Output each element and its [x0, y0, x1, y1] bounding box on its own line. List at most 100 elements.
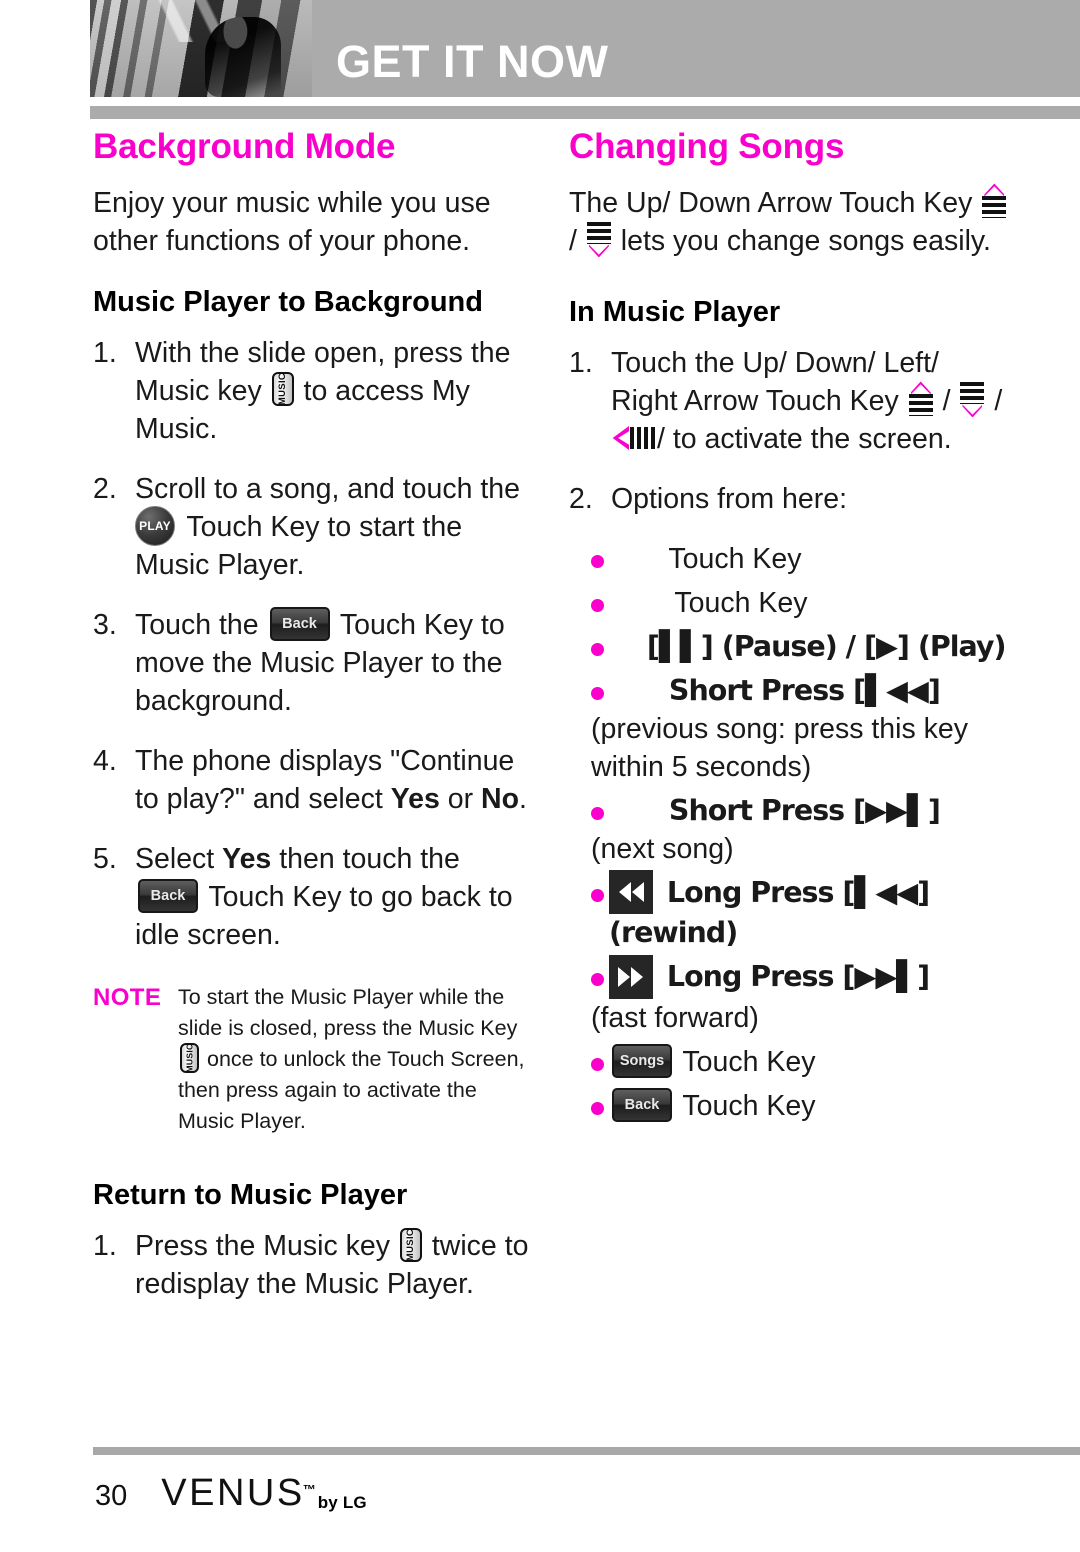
intro-slash: /: [569, 225, 577, 257]
step-text-cont: .: [519, 783, 527, 816]
bullet-icon: [591, 555, 604, 568]
step-text: Select: [135, 843, 215, 876]
list-item: Long Press [▌◀◀] (rewind): [569, 870, 1009, 952]
footer-divider: [93, 1447, 1080, 1455]
bullet-icon: [591, 973, 604, 987]
note-text-part1: To start the Music Player while the slid…: [178, 985, 518, 1041]
list-item: Back Touch Key: [569, 1087, 1009, 1125]
option-label: Touch Key: [668, 543, 802, 575]
step-number: 1.: [93, 1230, 117, 1263]
option-label: [▌▌] (Pause) / [▶] (Play): [646, 630, 1007, 663]
list-item: Long Press [▶▶▌] (fast forward): [569, 954, 1009, 1036]
option-label: Long Press [▌◀◀] (rewind): [609, 876, 930, 950]
left-column: Background Mode Enjoy your music while y…: [93, 126, 533, 1325]
list-item: 1. Press the Music key MUSIC twice to re…: [93, 1227, 533, 1303]
step-text: Scroll to a song, and touch the: [135, 473, 521, 505]
step-number: 4.: [93, 745, 117, 778]
steps-list-return-to-music-player: 1. Press the Music key MUSIC twice to re…: [93, 1227, 533, 1303]
bullet-icon: [591, 1101, 604, 1115]
steps-list-in-music-player: 1. Touch the Up/ Down/ Left/ Right Arrow…: [569, 344, 1009, 518]
intro-paragraph: The Up/ Down Arrow Touch Key / lets you …: [569, 183, 1009, 260]
step-text-mid: then touch the: [279, 843, 460, 876]
note-text: To start the Music Player while the slid…: [178, 982, 533, 1137]
option-subtext: (fast forward): [591, 1001, 759, 1034]
fast-forward-button-icon: [609, 954, 653, 999]
list-item: 1. With the slide open, press the Music …: [93, 334, 533, 448]
arrow-left-touch-key-icon: [612, 425, 656, 451]
option-label: Touch Key: [682, 1045, 816, 1078]
note-text-part2: once to unlock the Touch Screen, then pr…: [178, 1047, 525, 1134]
songs-touch-key-icon: Songs: [612, 1043, 672, 1078]
step-emphasis-no: No: [481, 783, 520, 816]
bullet-icon: [591, 687, 604, 700]
bullet-icon: [591, 889, 604, 902]
back-touch-key-icon: Back: [269, 607, 330, 642]
step-number: 5.: [93, 843, 117, 876]
list-item: Touch Key: [569, 584, 1009, 622]
option-subtext: (next song): [591, 833, 734, 865]
list-item: 2. Scroll to a song, and touch the PLAY …: [93, 470, 533, 584]
manual-page: GET IT NOW Background Mode Enjoy your mu…: [0, 0, 1080, 1552]
arrow-up-touch-key-icon: [908, 381, 934, 417]
note-block: NOTE To start the Music Player while the…: [93, 982, 533, 1137]
step-text: Press the Music key: [135, 1230, 390, 1263]
step-emphasis-yes: Yes: [222, 843, 272, 876]
intro-text-part2: lets you change songs easily.: [620, 225, 991, 257]
note-label: NOTE: [93, 984, 162, 1012]
option-subtext: (previous song: press this key within 5 …: [591, 713, 968, 783]
step-emphasis-yes: Yes: [390, 783, 440, 816]
step-text: Options from here:: [611, 483, 848, 515]
music-key-icon: MUSIC: [399, 1227, 422, 1262]
logo-by-lg: by LG: [317, 1493, 367, 1512]
logo-wordmark: VENUS: [161, 1472, 305, 1514]
play-touch-key-icon: PLAY: [135, 506, 175, 547]
back-touch-key-icon: Back: [138, 879, 198, 914]
page-title: GET IT NOW: [336, 36, 609, 87]
options-list: Touch Key Touch Key [▌▌] (Pause) / [▶] (…: [569, 540, 1009, 1125]
footer: 30 VENUS ™ by LG: [95, 1472, 367, 1515]
intro-paragraph: Enjoy your music while you use other fun…: [93, 187, 491, 257]
page-number: 30: [95, 1480, 128, 1512]
step-text: Touch the: [135, 609, 259, 642]
arrow-down-touch-key-icon: [586, 221, 612, 258]
section-title-background-mode: Background Mode: [93, 127, 396, 166]
subheading-return-to-music-player: Return to Music Player: [93, 1179, 408, 1212]
step-text-cont: Touch Key to start the Music Player.: [135, 511, 463, 582]
step-number: 3.: [93, 609, 117, 642]
step-text-cont: to activate the screen.: [672, 423, 952, 455]
right-column: Changing Songs The Up/ Down Arrow Touch …: [569, 126, 1009, 1131]
arrow-down-touch-key-icon: [959, 381, 985, 418]
option-label: Short Press [▌◀◀]: [668, 674, 941, 707]
section-title-changing-songs: Changing Songs: [569, 127, 845, 166]
photo-figure-detail: [205, 17, 281, 97]
step-number: 1.: [569, 347, 593, 379]
subheading-music-player-to-background: Music Player to Background: [93, 286, 483, 318]
bullet-icon: [591, 599, 604, 612]
list-item: Touch Key: [569, 540, 1009, 578]
step-text-mid: or: [447, 783, 474, 816]
list-item: Short Press [▌◀◀] (previous song: press …: [569, 672, 1009, 786]
list-item: Short Press [▶▶▌] (next song): [569, 792, 1009, 868]
option-label: Short Press [▶▶▌]: [668, 794, 941, 827]
music-key-icon: MUSIC: [180, 1042, 199, 1073]
subheading-in-music-player: In Music Player: [569, 296, 781, 328]
list-item: 4. The phone displays "Continue to play?…: [93, 742, 533, 818]
rewind-button-icon: [609, 870, 653, 915]
list-item: [▌▌] (Pause) / [▶] (Play): [569, 628, 1009, 666]
option-label: Touch Key: [682, 1089, 816, 1122]
list-item: 5. Select Yes then touch the Back Touch …: [93, 840, 533, 954]
header-photo: [90, 0, 312, 97]
step-number: 2.: [569, 483, 593, 515]
step-number: 1.: [93, 337, 117, 369]
steps-list-music-player-to-background: 1. With the slide open, press the Music …: [93, 334, 533, 954]
list-item: 1. Touch the Up/ Down/ Left/ Right Arrow…: [569, 344, 1009, 458]
option-label: Long Press [▶▶▌]: [666, 960, 930, 994]
back-touch-key-icon: Back: [612, 1087, 672, 1122]
list-item: Songs Touch Key: [569, 1043, 1009, 1081]
venus-by-lg-logo: VENUS ™ by LG: [161, 1472, 367, 1515]
list-item: 3. Touch the Back Touch Key to move the …: [93, 606, 533, 720]
step-text: Touch the Up/ Down/ Left/ Right Arrow To…: [611, 347, 939, 417]
option-label: Touch Key: [674, 587, 808, 619]
bullet-icon: [591, 643, 604, 656]
bullet-icon: [591, 807, 604, 820]
